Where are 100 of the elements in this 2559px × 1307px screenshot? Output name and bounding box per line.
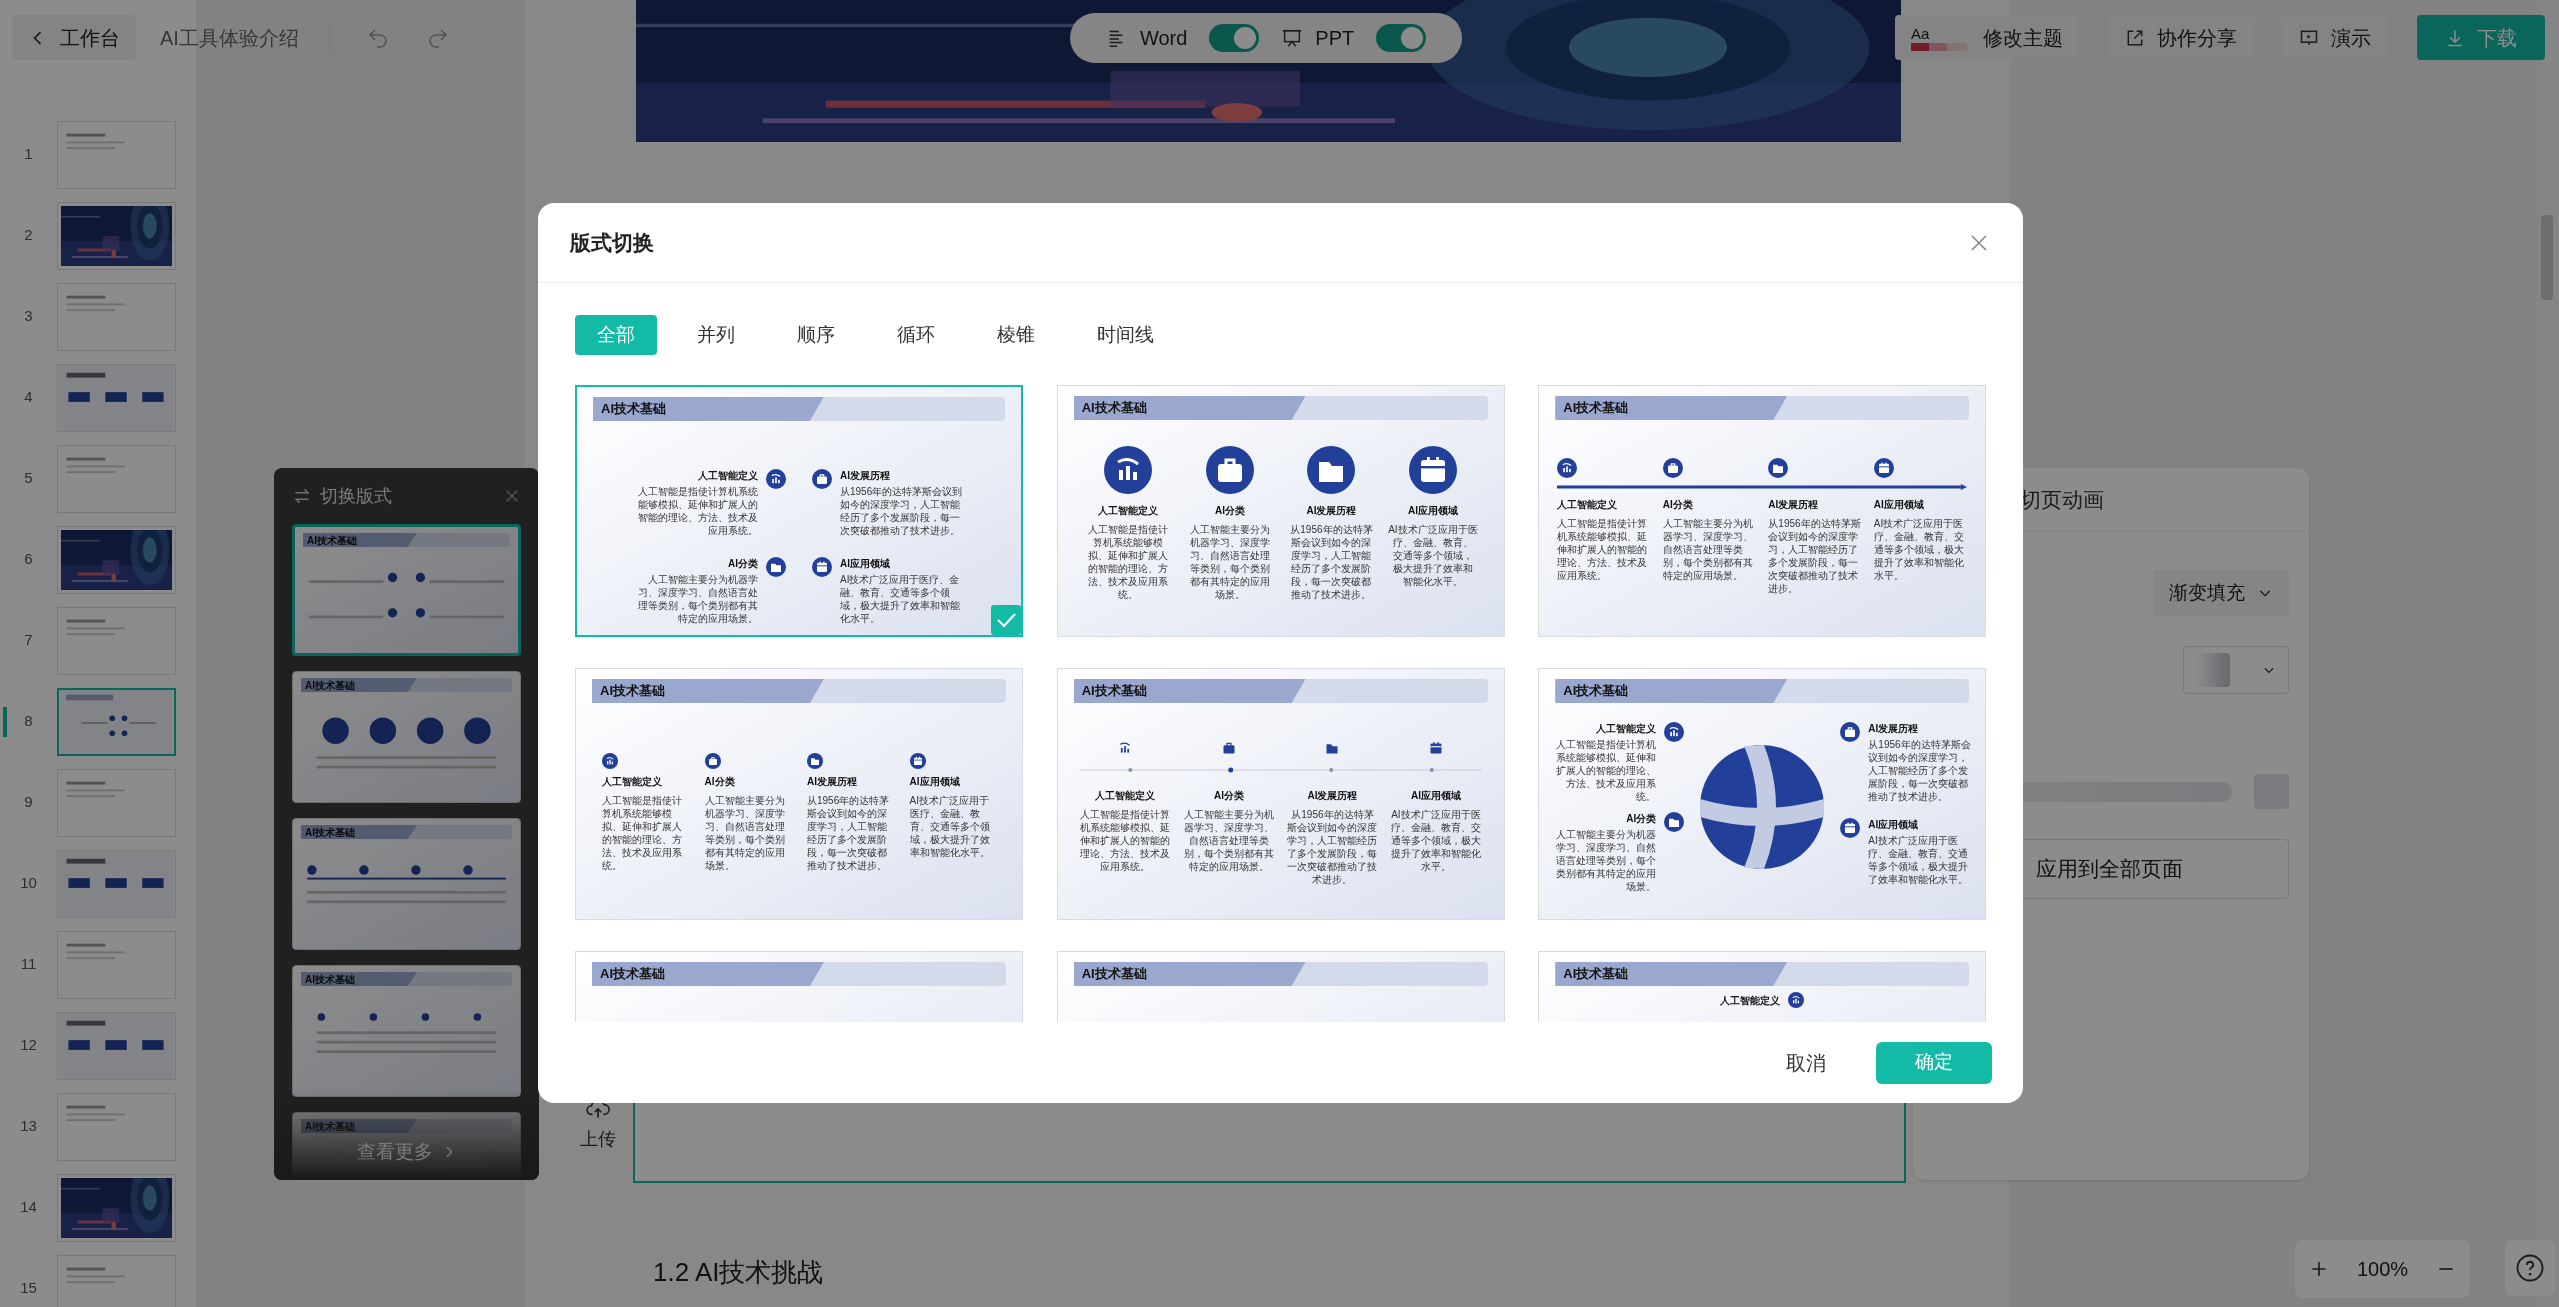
back-button[interactable]: 工作台 <box>12 15 136 60</box>
layout-option[interactable] <box>575 385 1023 637</box>
calendar-icon <box>1408 446 1457 494</box>
item-text: 人工智能是指使计算机系统能够模拟、延伸和扩展人的智能的理论、方法、技术及应用系统。 <box>1087 523 1170 601</box>
layout-option[interactable] <box>1056 385 1505 637</box>
filter-tab[interactable]: 顺序 <box>775 315 857 355</box>
briefcase-icon <box>812 469 832 489</box>
fill-dropdown[interactable]: 渐变填充 <box>2153 570 2289 616</box>
chart-icon <box>1557 458 1578 478</box>
layout-option[interactable]: AI技术基础 <box>575 951 1023 1022</box>
item-text: AI技术广泛应用于医疗、金融、教育、交通等多个领域，极大提升了效率和智能化水平。 <box>909 794 991 859</box>
slide-title: AI技术基础 <box>1562 399 1629 418</box>
item-text: 人工智能是指使计算机系统能够模拟、延伸和扩展人的智能的理论、方法、技术及应用系统。 <box>1079 808 1172 873</box>
help-button[interactable] <box>2505 1240 2555 1296</box>
filter-tab[interactable]: 时间线 <box>1075 315 1176 355</box>
slide-title: AI技术基础 <box>304 678 355 693</box>
item-text: 人工智能主要分为机器学习、深度学习、自然语言处理等类别，每个类别都有其特定的应用场景。 <box>704 794 786 872</box>
item-heading: AI发展历程 <box>840 469 891 482</box>
toggle-switch[interactable] <box>1376 23 1427 52</box>
item-text: 从1956年的达特茅斯会议到如今的深度学习，人工智能经历了多个发展阶段，每一次突破都推动了技术进步。 <box>1768 517 1862 595</box>
item-text: 从1956年的达特茅斯会议到如今的深度学习，人工智能经历了多个发展阶段，每一次突破都推动了技术进步。 <box>1289 523 1374 601</box>
slide-title: AI技术基础 <box>1562 965 1629 984</box>
item-heading: AI应用领域 <box>840 557 891 570</box>
item-heading: AI发展历程 <box>1768 498 1820 511</box>
slide-number: 14 <box>19 1197 38 1218</box>
item-heading: 人工智能定义 <box>1095 789 1156 802</box>
calendar-icon <box>1840 818 1861 838</box>
slide-title: AI技术基础 <box>304 972 355 987</box>
item-heading: AI分类 <box>1213 789 1244 802</box>
item-heading: AI分类 <box>1662 498 1694 511</box>
slide-number: 12 <box>19 1035 38 1056</box>
item-heading: 人工智能定义 <box>1557 498 1619 511</box>
slide-number: 5 <box>23 468 34 489</box>
see-more-link[interactable]: 查看更多 <box>356 1137 457 1166</box>
toggle-switch[interactable] <box>1209 23 1260 52</box>
panel-title: 切页动画 <box>2020 486 2104 513</box>
layout-thumbnail[interactable]: AI技术基础 <box>292 965 521 1097</box>
item-heading: AI应用领域 <box>909 775 961 788</box>
calendar-icon <box>1873 458 1894 478</box>
chart-icon <box>1104 446 1153 494</box>
toggle-label: PPT <box>1315 25 1355 51</box>
item-text: 从1956年的达特茅斯会议到如今的深度学习，人工智能经历了多个发展阶段，每一次突破都推动了技术进步。 <box>1286 808 1379 886</box>
layout-thumbnail[interactable]: AI技术基础 <box>292 524 521 656</box>
filter-tab[interactable]: 循环 <box>875 315 957 355</box>
calendar-icon <box>909 753 926 769</box>
slide-title: AI技术基础 <box>1080 965 1147 984</box>
slide-number: 1 <box>23 144 34 165</box>
cancel-button[interactable]: 取消 <box>1786 1047 1826 1078</box>
item-heading: AI应用领域 <box>1407 504 1458 517</box>
layout-option[interactable]: AI技术基础 <box>1056 951 1505 1022</box>
calendar-icon <box>812 557 832 577</box>
slide-number: 7 <box>23 630 34 651</box>
item-heading: 人工智能定义 <box>1720 993 1781 1007</box>
folder-icon <box>766 557 786 577</box>
slide-number: 3 <box>23 306 34 327</box>
item-text: 人工智能主要分为机器学习、深度学习、自然语言处理等类别，每个类别都有其特定的应用场景。 <box>1188 523 1271 601</box>
layout-option[interactable] <box>1056 668 1505 920</box>
layout-thumbnail[interactable]: AI技术基础 <box>292 818 521 950</box>
item-text: 人工智能主要分为机器学习、深度学习、自然语言处理等类别，每个类别都有其特定的应用场景。 <box>1662 517 1754 582</box>
item-heading: AI分类 <box>1214 504 1245 517</box>
slide-title: AI技术基础 <box>1562 682 1629 701</box>
item-text: 从1956年的达特茅斯会议到如今的深度学习，人工智能经历了多个发展阶段，每一次突破都推动了技术进步。 <box>807 794 891 872</box>
swap-icon <box>292 486 312 506</box>
item-heading: AI发展历程 <box>1868 721 1920 735</box>
slide-title: AI技术基础 <box>304 825 355 840</box>
chart-icon <box>602 753 618 769</box>
item-text: AI技术广泛应用于医疗、金融、教育、交通等多个领域，极大提升了效率和智能化水平。 <box>1390 808 1482 873</box>
item-text: 人工智能主要分为机器学习、深度学习、自然语言处理等类别，每个类别都有其特定的应用场景。 <box>637 573 758 625</box>
panel-title: 切换版式 <box>320 484 392 508</box>
slide-number: 6 <box>23 549 34 570</box>
layout-option[interactable] <box>1538 385 1986 637</box>
briefcase-icon <box>1662 458 1683 478</box>
chart-icon <box>1664 721 1685 742</box>
color-dropdown[interactable] <box>2183 646 2289 694</box>
filter-tab[interactable]: 并列 <box>675 315 757 355</box>
dialog-title: 版式切换 <box>570 229 654 256</box>
slide-number: 11 <box>19 954 38 975</box>
item-text: 人工智能是指使计算机系统能够模拟、延伸和扩展人的智能的理论、方法、技术及应用系统。 <box>602 794 683 872</box>
item-heading: 人工智能定义 <box>1098 504 1159 517</box>
item-text: 人工智能主要分为机器学习、深度学习、自然语言处理等类别，每个类别都有其特定的应用场景。 <box>1183 808 1275 873</box>
layout-option[interactable] <box>1538 668 1986 920</box>
chart-icon <box>1788 992 1805 1008</box>
item-heading: 人工智能定义 <box>602 775 663 788</box>
slide-thumbnail[interactable] <box>57 687 176 756</box>
chart-icon <box>766 469 786 489</box>
item-text: AI技术广泛应用于医疗、金融、教育、交通等多个领域，极大提升了效率和智能化水平。 <box>1388 523 1478 588</box>
item-text: 人工智能是指使计算机系统能够模拟、延伸和扩展人的智能的理论、方法、技术及应用系统。 <box>637 485 758 537</box>
layout-option[interactable]: AI技术基础 人工智能定义 <box>1538 951 1986 1022</box>
upload-button[interactable]: 上传 <box>573 1096 623 1153</box>
slide-title: AI技术基础 <box>1080 682 1147 701</box>
item-heading: AI分类 <box>704 775 736 788</box>
item-text: 从1956年的达特茅斯会议到如今的深度学习，人工智能经历了多个发展阶段，每一次突破都推动了技术进步。 <box>840 485 964 537</box>
filter-tab[interactable]: 棱锥 <box>975 315 1057 355</box>
item-heading: AI发展历程 <box>1307 789 1358 802</box>
briefcase-icon <box>1840 721 1861 742</box>
document-title: AI工具体验介绍 <box>160 25 299 51</box>
layout-thumbnail[interactable]: AI技术基础 <box>292 671 521 803</box>
slide-title: AI技术基础 <box>304 1119 355 1134</box>
layout-option[interactable] <box>575 668 1023 920</box>
slide-number: 9 <box>23 792 34 813</box>
